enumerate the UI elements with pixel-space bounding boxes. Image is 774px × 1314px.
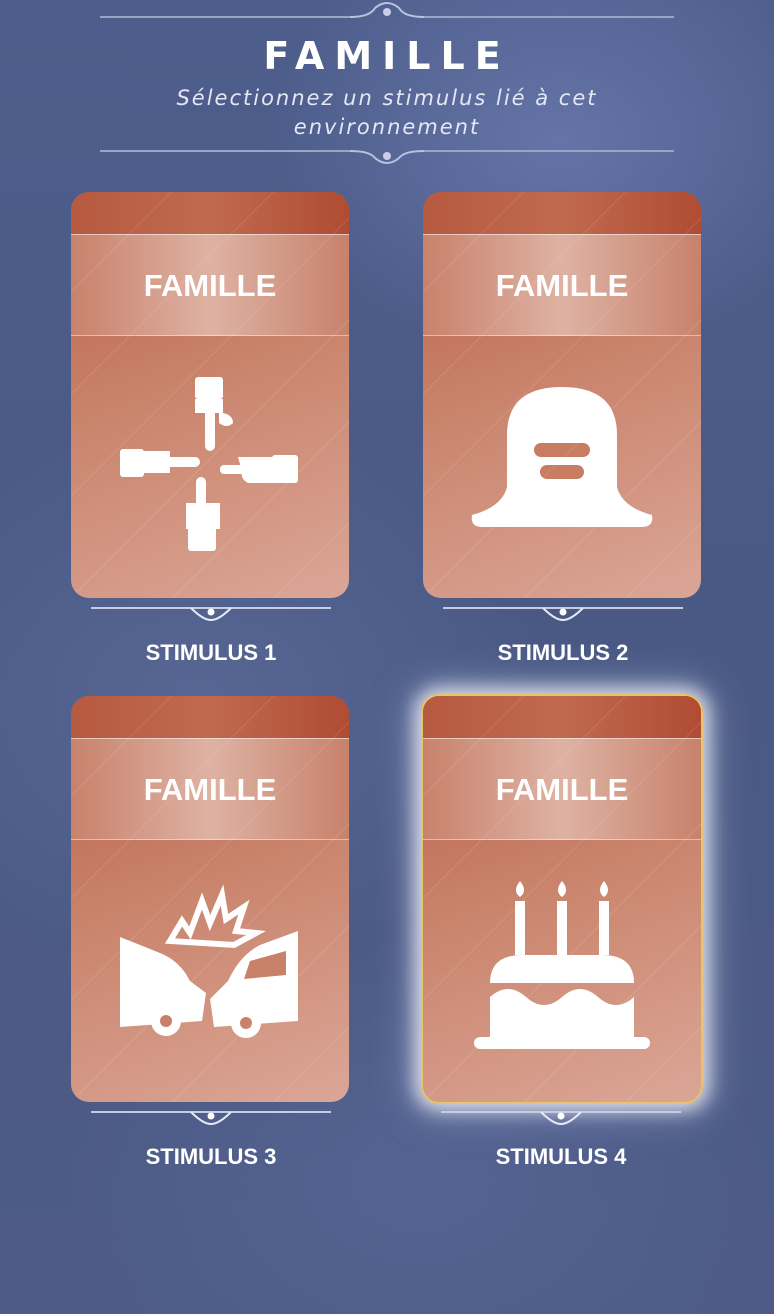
header-top-ornament: [100, 2, 674, 18]
tombstone-icon: [471, 387, 653, 527]
card-body[interactable]: FAMILLE: [71, 192, 349, 598]
card-ornament: [91, 607, 331, 622]
card-body[interactable]: FAMILLE: [71, 696, 349, 1102]
header-bottom-ornament: [100, 150, 674, 164]
stimulus-label: STIMULUS 4: [495, 1144, 627, 1169]
page-subtitle: Sélectionnez un stimulus lié à cet envir…: [176, 86, 598, 139]
page-header: FAMILLE Sélectionnez un stimulus lié à c…: [0, 0, 774, 170]
card-top-strip: [423, 696, 701, 738]
card-banner-label: FAMILLE: [143, 268, 277, 303]
card-ornament: [441, 1111, 681, 1126]
page-title: FAMILLE: [263, 34, 511, 78]
card-banner-label: FAMILLE: [495, 772, 629, 807]
stimulus-label: STIMULUS 2: [497, 640, 629, 665]
card-banner-label: FAMILLE: [495, 268, 629, 303]
card-body[interactable]: FAMILLE: [423, 192, 701, 598]
stimulus-label: STIMULUS 3: [145, 1144, 277, 1169]
stimulus-label: STIMULUS 1: [145, 640, 277, 665]
card-banner-label: FAMILLE: [143, 772, 277, 807]
car-crash-icon: [120, 884, 298, 1038]
birthday-cake-icon: [474, 881, 650, 1049]
pointing-hands-icon: [120, 377, 298, 551]
card-ornament: [443, 607, 683, 622]
card-ornament: [91, 1111, 331, 1126]
card-top-strip: [423, 192, 701, 234]
card-top-strip: [71, 192, 349, 234]
card-body-selected[interactable]: FAMILLE: [421, 694, 703, 1104]
card-top-strip: [71, 696, 349, 738]
